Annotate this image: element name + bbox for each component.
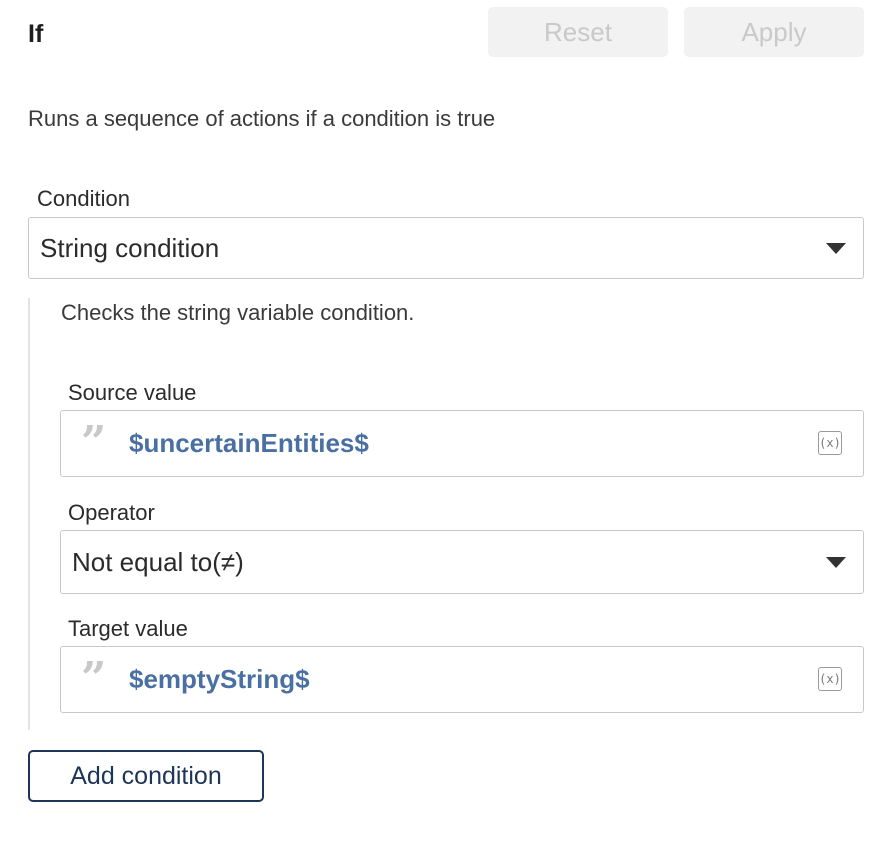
condition-select-value: String condition [40, 232, 220, 263]
variable-toggle-icon[interactable]: (x) [818, 666, 842, 691]
quote-icon: ” [81, 653, 106, 704]
caret-down-icon [826, 243, 846, 254]
target-value-text: $emptyString$ [129, 664, 310, 694]
source-value-text: $uncertainEntities$ [129, 428, 369, 458]
condition-select[interactable]: String condition [28, 217, 864, 279]
apply-button[interactable]: Apply [684, 7, 864, 57]
quote-icon: ” [81, 417, 106, 468]
operator-select-value: Not equal to(≠) [72, 546, 244, 577]
caret-down-icon [826, 557, 846, 568]
operator-select[interactable]: Not equal to(≠) [60, 530, 864, 594]
condition-help-text: Checks the string variable condition. [61, 300, 415, 325]
add-condition-button[interactable]: Add condition [28, 750, 264, 802]
target-value-field[interactable]: ” $emptyString$ (x) [60, 646, 864, 713]
operator-label: Operator [68, 500, 155, 525]
target-value-label: Target value [68, 616, 188, 641]
condition-group-divider [28, 298, 30, 730]
reset-button[interactable]: Reset [488, 7, 668, 57]
panel-title: If [28, 20, 44, 48]
source-value-field[interactable]: ” $uncertainEntities$ (x) [60, 410, 864, 477]
source-value-label: Source value [68, 380, 197, 405]
action-description: Runs a sequence of actions if a conditio… [28, 106, 496, 131]
condition-label: Condition [37, 186, 130, 211]
variable-toggle-icon[interactable]: (x) [818, 430, 842, 455]
